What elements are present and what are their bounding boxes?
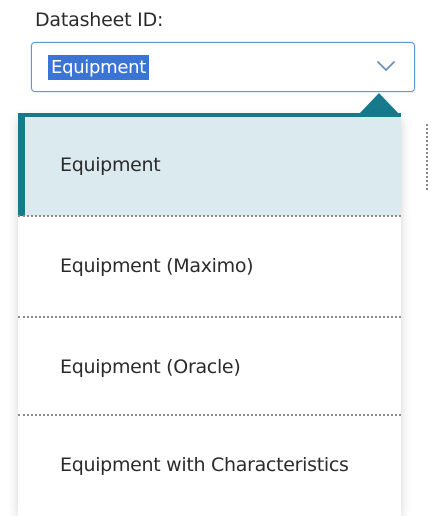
- datasheet-id-select[interactable]: Equipment: [31, 42, 415, 92]
- option-label: Equipment (Oracle): [60, 356, 241, 378]
- datasheet-id-field: Datasheet ID: Equipment Equipment Equipm…: [0, 0, 437, 516]
- dropdown-option-equipment-maximo[interactable]: Equipment (Maximo): [18, 217, 401, 317]
- option-label: Equipment: [60, 154, 161, 176]
- field-label: Datasheet ID:: [35, 9, 164, 31]
- dropdown-option-equipment-with-characteristics[interactable]: Equipment with Characteristics: [18, 416, 401, 516]
- chevron-down-icon[interactable]: [376, 59, 396, 73]
- dropdown-option-equipment[interactable]: Equipment: [18, 116, 401, 216]
- dropdown-option-equipment-oracle[interactable]: Equipment (Oracle): [18, 318, 401, 418]
- background-dotted-edge: [426, 124, 428, 190]
- dropdown-top-accent: [18, 113, 401, 117]
- option-label: Equipment with Characteristics: [60, 454, 349, 476]
- option-label: Equipment (Maximo): [60, 255, 254, 277]
- dropdown-list: Equipment Equipment (Maximo) Equipment (…: [18, 116, 401, 516]
- selected-value-text[interactable]: Equipment: [48, 55, 150, 80]
